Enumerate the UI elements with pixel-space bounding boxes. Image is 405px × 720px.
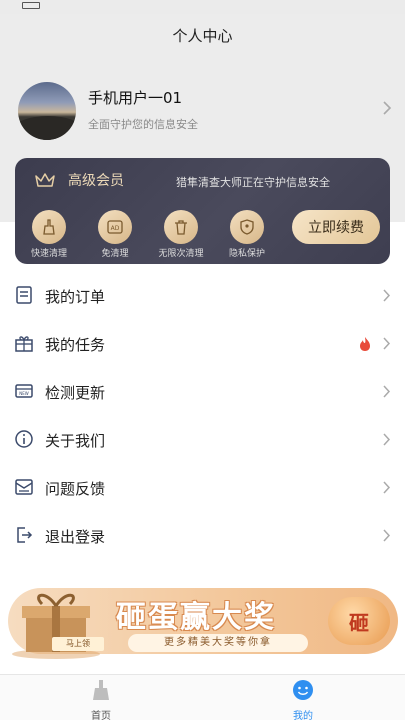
menu-label: 检测更新 [45,384,106,402]
smiley-icon [293,680,313,700]
menu-item-check-update[interactable]: NEW 检测更新 [0,368,405,416]
menu-item-about[interactable]: 关于我们 [0,416,405,464]
info-icon [15,430,33,448]
menu-item-logout[interactable]: 退出登录 [0,512,405,560]
feature-quick-clean[interactable]: 快速清理 [14,210,84,259]
avatar[interactable] [18,82,76,140]
shield-icon [240,219,254,235]
gift-box-icon [15,336,33,352]
vip-description: 猎隼清查大师正在守护信息安全 [176,176,330,189]
tab-label: 我的 [293,711,313,720]
feedback-icon [15,479,33,495]
smash-egg-button[interactable]: 砸 [328,597,390,645]
menu-label: 退出登录 [45,528,106,546]
tab-label: 首页 [91,711,111,720]
order-list-icon [16,286,32,304]
chevron-right-icon[interactable] [382,100,392,116]
feature-unlimited-clean[interactable]: 无限次清理 [146,210,216,259]
banner-subtitle: 更多精美大奖等你拿 [128,634,308,652]
menu-item-orders[interactable]: 我的订单 [0,272,405,320]
update-icon: NEW [15,384,33,398]
tab-mine[interactable]: 我的 [268,675,338,720]
bottom-tab-bar: 首页 我的 [0,674,405,720]
logout-icon [17,527,33,543]
renew-button[interactable]: 立即续费 [292,210,380,244]
tab-home[interactable]: 首页 [66,675,136,720]
menu-label: 我的任务 [45,336,106,354]
menu-item-tasks[interactable]: 我的任务 [0,320,405,368]
chevron-right-icon [383,385,391,398]
claim-sign: 马上领 [52,637,104,651]
menu-label: 问题反馈 [45,480,106,498]
feature-ad-free[interactable]: AD 免清理 [80,210,150,259]
username: 手机用户一01 [88,89,183,107]
ad-icon: AD [107,220,123,234]
feature-label: 隐私保护 [228,249,265,259]
page-title: 个人中心 [172,27,233,45]
menu-label: 关于我们 [45,432,106,450]
fire-icon [360,337,370,351]
menu-label: 我的订单 [45,288,106,306]
svg-text:NEW: NEW [19,391,29,396]
menu-item-feedback[interactable]: 问题反馈 [0,464,405,512]
chevron-right-icon [383,289,391,302]
chevron-right-icon [383,433,391,446]
feature-privacy[interactable]: 隐私保护 [212,210,282,259]
crown-icon [35,173,55,187]
battery-icon [22,2,40,9]
banner-title: 砸蛋赢大奖 [116,600,276,635]
svg-text:AD: AD [111,225,120,232]
chevron-right-icon [383,337,391,350]
broom-icon [43,219,55,235]
chevron-right-icon [383,481,391,494]
trash-icon [175,220,187,235]
chevron-right-icon [383,529,391,542]
broom-icon [93,680,109,700]
profile-subtitle: 全面守护您的信息安全 [88,118,198,131]
vip-title: 高级会员 [68,173,124,189]
status-bar [0,0,405,14]
